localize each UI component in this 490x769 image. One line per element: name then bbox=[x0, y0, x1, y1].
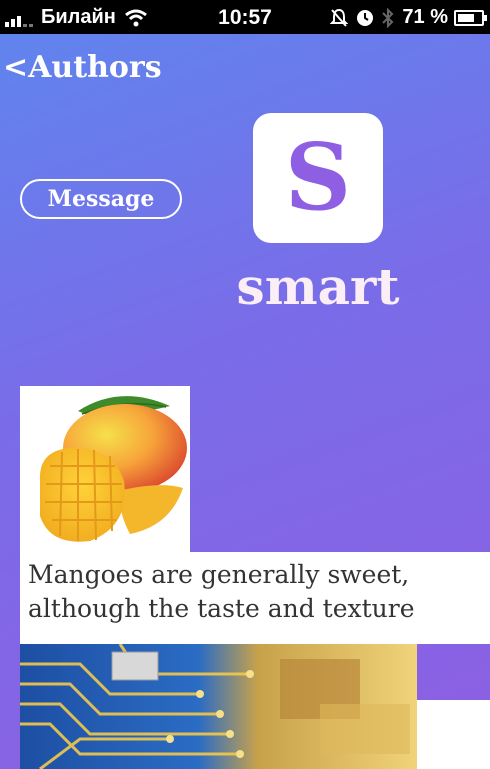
mango-photo bbox=[20, 386, 190, 554]
author-name: smart bbox=[236, 257, 400, 316]
status-bar: Билайн 10:57 71 % bbox=[0, 0, 490, 34]
circuit-board-photo bbox=[20, 644, 417, 769]
message-button[interactable]: Message bbox=[20, 179, 182, 219]
post-image-circuit[interactable] bbox=[20, 644, 417, 769]
battery-percent: 71 % bbox=[402, 6, 448, 28]
mute-icon bbox=[330, 8, 349, 27]
post-text[interactable]: Mangoes are generally sweet, although th… bbox=[20, 552, 490, 644]
status-right: 71 % bbox=[330, 6, 487, 29]
avatar-letter: S bbox=[284, 123, 352, 231]
post-image-mango[interactable] bbox=[20, 386, 190, 554]
avatar: S bbox=[253, 113, 383, 243]
back-to-authors-link[interactable]: <Authors bbox=[3, 50, 162, 85]
post-background-edge bbox=[417, 700, 490, 769]
battery-fill bbox=[458, 13, 474, 22]
bluetooth-icon bbox=[382, 7, 394, 28]
battery-icon bbox=[454, 9, 487, 26]
alarm-icon bbox=[357, 9, 374, 26]
